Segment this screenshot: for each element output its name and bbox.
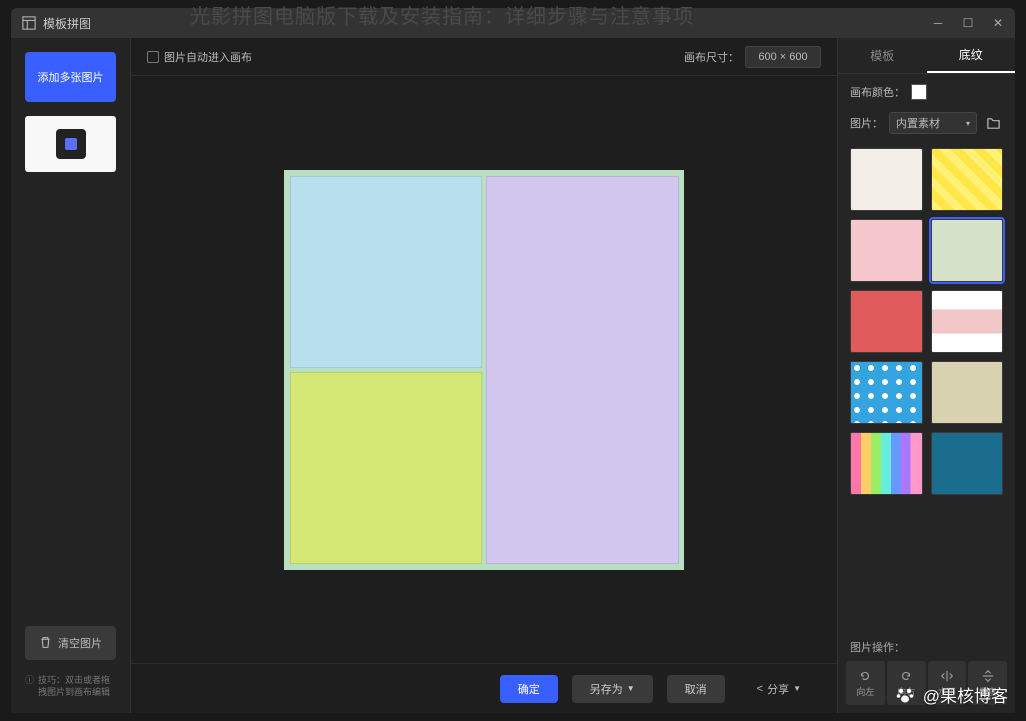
template-icon — [21, 15, 37, 31]
rotate-left-icon — [858, 669, 872, 683]
image-source-label: 图片： — [850, 115, 883, 131]
folder-icon — [986, 116, 1001, 131]
confirm-button[interactable]: 确定 — [500, 675, 558, 703]
clear-label: 清空图片 — [58, 635, 102, 651]
right-panel: 模板 底纹 画布颜色： 图片： 内置素材▾ 图片操作： 向左 向 — [837, 38, 1015, 713]
watermark: @果核博客 — [893, 682, 1008, 707]
canvas-size-input[interactable] — [745, 46, 821, 68]
texture-white-stripe[interactable] — [931, 290, 1004, 353]
close-button[interactable]: ✕ — [991, 16, 1005, 30]
tip-text: ⓘ 技巧：双击或者拖拽图片到画布编辑 — [25, 674, 116, 699]
canvas-color-swatch[interactable] — [911, 84, 927, 100]
flip-h-icon — [940, 669, 954, 683]
canvas-area — [131, 76, 837, 663]
flip-v-icon — [981, 669, 995, 683]
app-window: 模板拼图 ─ ☐ ✕ 添加多张图片 清空图片 ⓘ 技巧：双击或者拖拽图片到画布编… — [11, 8, 1015, 713]
texture-green-border[interactable] — [931, 219, 1004, 282]
save-as-button[interactable]: 另存为▼ — [572, 675, 653, 703]
image-source-select[interactable]: 内置素材▾ — [889, 112, 977, 134]
texture-yellow-stripes[interactable] — [931, 148, 1004, 211]
right-tabs: 模板 底纹 — [838, 38, 1015, 74]
texture-grid — [838, 142, 1015, 501]
open-folder-button[interactable] — [983, 113, 1003, 133]
clear-images-button[interactable]: 清空图片 — [25, 626, 116, 660]
tab-templates[interactable]: 模板 — [838, 38, 927, 73]
trash-icon — [39, 636, 52, 649]
canvas-size-label: 画布尺寸： — [684, 49, 739, 65]
top-toolbar: 图片自动进入画布 画布尺寸： — [131, 38, 837, 76]
texture-pink-dots[interactable] — [850, 219, 923, 282]
canvas-cell-top-left[interactable] — [290, 176, 482, 368]
minimize-button[interactable]: ─ — [931, 16, 945, 30]
paw-icon — [893, 683, 917, 707]
canvas[interactable] — [284, 170, 684, 570]
center-panel: 图片自动进入画布 画布尺寸： 确定 另存为▼ 取消 <分享▼ — [131, 38, 837, 713]
texture-linen[interactable] — [931, 361, 1004, 424]
page-banner-text: 光影拼图电脑版下载及安装指南：详细步骤与注意事项 — [190, 0, 694, 29]
canvas-color-label: 画布颜色： — [850, 84, 905, 100]
texture-white-fabric[interactable] — [850, 148, 923, 211]
texture-blue-paisley[interactable] — [931, 432, 1004, 495]
tab-textures[interactable]: 底纹 — [927, 38, 1016, 73]
canvas-color-row: 画布颜色： — [838, 74, 1015, 110]
add-images-button[interactable]: 添加多张图片 — [25, 52, 116, 102]
image-ops-label: 图片操作： — [838, 629, 1015, 661]
share-button[interactable]: <分享▼ — [739, 675, 819, 703]
thumbnail-item[interactable] — [25, 116, 116, 172]
texture-rainbow-stripes[interactable] — [850, 432, 923, 495]
thumbnail-preview-icon — [56, 129, 86, 159]
left-panel: 添加多张图片 清空图片 ⓘ 技巧：双击或者拖拽图片到画布编辑 — [11, 38, 131, 713]
cancel-button[interactable]: 取消 — [667, 675, 725, 703]
bottom-bar: 确定 另存为▼ 取消 <分享▼ — [131, 663, 837, 713]
rotate-left-button[interactable]: 向左 — [846, 661, 885, 705]
texture-red-fabric[interactable] — [850, 290, 923, 353]
canvas-cell-right[interactable] — [486, 176, 679, 564]
texture-blue-polka[interactable] — [850, 361, 923, 424]
checkbox-icon — [147, 51, 159, 63]
canvas-cell-bottom-left[interactable] — [290, 372, 482, 564]
rotate-right-icon — [899, 669, 913, 683]
auto-insert-checkbox[interactable]: 图片自动进入画布 — [147, 49, 252, 65]
maximize-button[interactable]: ☐ — [961, 16, 975, 30]
checkbox-label: 图片自动进入画布 — [164, 49, 252, 65]
